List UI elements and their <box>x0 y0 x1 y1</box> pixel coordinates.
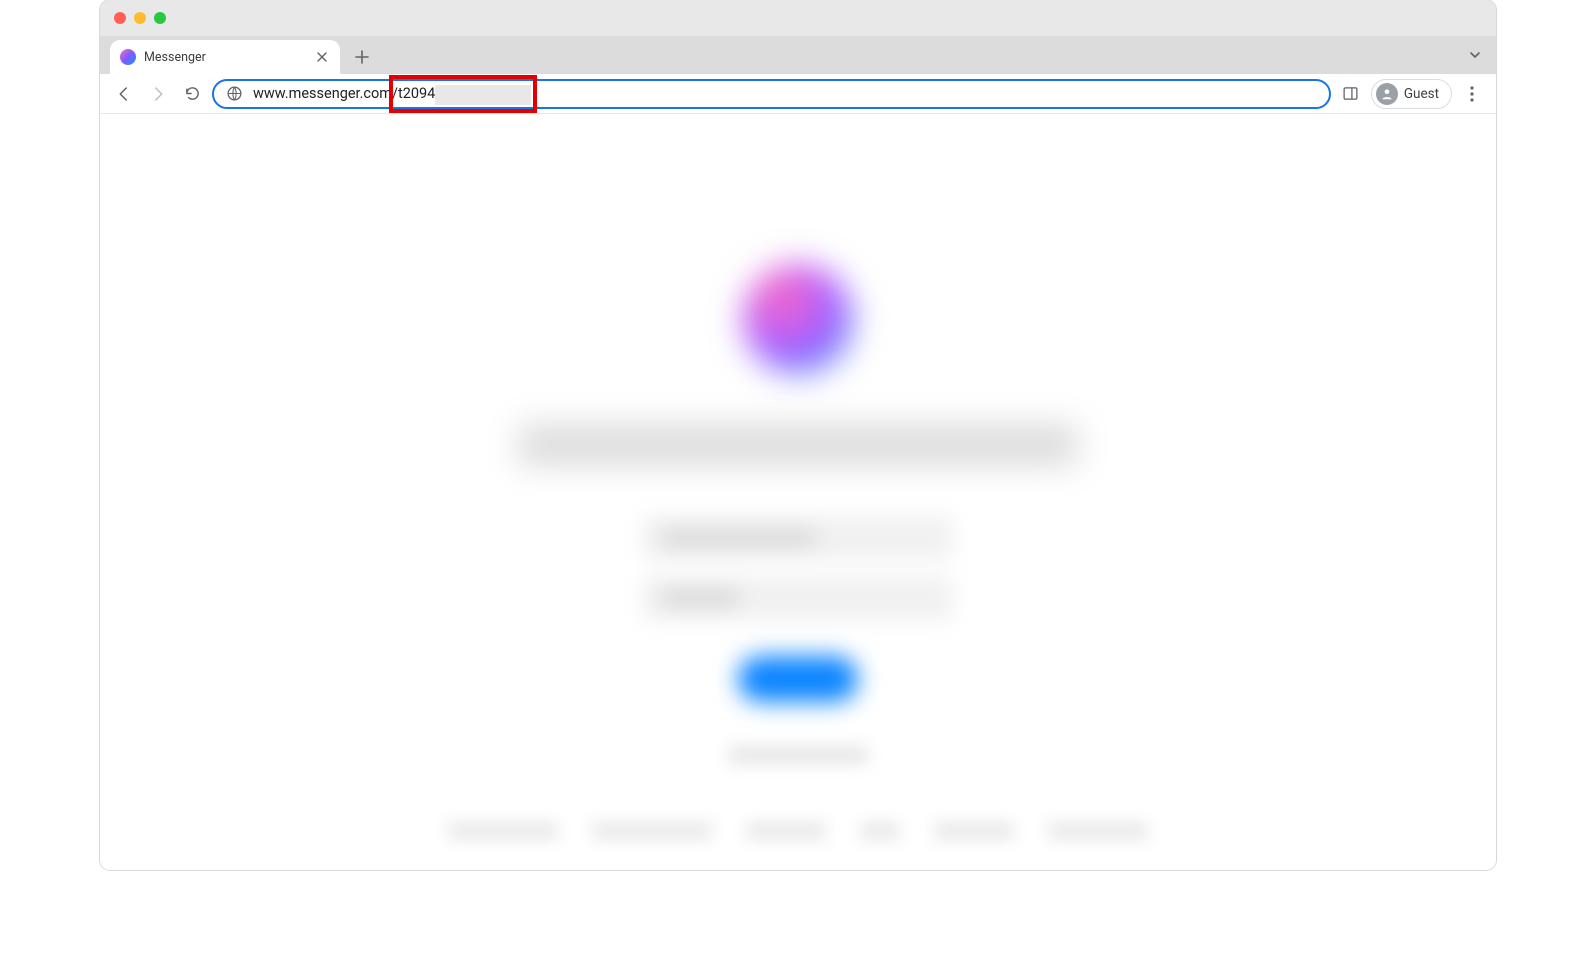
url-text: www.messenger.com/t2094 <box>253 85 1317 102</box>
forward-button[interactable] <box>144 80 172 108</box>
headline-blurred <box>518 424 1078 466</box>
browser-window: Messenger www.messenger.com/t2094 <box>100 0 1496 870</box>
tab-close-button[interactable] <box>314 49 330 65</box>
input-blurred <box>643 516 953 560</box>
input-blurred <box>643 576 953 620</box>
chrome-menu-button[interactable] <box>1458 80 1486 108</box>
link-blurred <box>728 746 868 764</box>
tab-search-button[interactable] <box>1468 48 1482 62</box>
profile-label: Guest <box>1404 86 1439 102</box>
footer-link-blurred <box>860 822 900 840</box>
url-path-visible: /t2094 <box>392 85 435 102</box>
reload-button[interactable] <box>178 80 206 108</box>
browser-toolbar: www.messenger.com/t2094 Guest <box>100 74 1496 114</box>
profile-button[interactable]: Guest <box>1371 79 1452 109</box>
browser-tab[interactable]: Messenger <box>110 40 340 74</box>
messenger-logo-blurred <box>743 264 853 374</box>
address-bar[interactable]: www.messenger.com/t2094 <box>212 79 1331 109</box>
avatar-icon <box>1376 83 1398 105</box>
page-content-blurred <box>100 114 1496 870</box>
site-info-icon[interactable] <box>226 85 243 102</box>
tab-title: Messenger <box>144 50 306 65</box>
mac-titlebar <box>100 0 1496 36</box>
tab-strip: Messenger <box>100 36 1496 74</box>
new-tab-button[interactable] <box>348 43 376 71</box>
primary-button-blurred <box>738 656 858 702</box>
back-button[interactable] <box>110 80 138 108</box>
window-close-button[interactable] <box>114 12 126 24</box>
footer-link-blurred <box>746 822 826 840</box>
footer-link-blurred <box>1048 822 1148 840</box>
footer-links-blurred <box>448 822 1148 840</box>
footer-link-blurred <box>934 822 1014 840</box>
window-minimize-button[interactable] <box>134 12 146 24</box>
url-domain: www.messenger.com <box>253 85 392 102</box>
login-form-blurred <box>643 516 953 764</box>
footer-link-blurred <box>592 822 712 840</box>
messenger-favicon-icon <box>120 49 136 65</box>
window-zoom-button[interactable] <box>154 12 166 24</box>
footer-link-blurred <box>448 822 558 840</box>
side-panel-button[interactable] <box>1337 80 1365 108</box>
